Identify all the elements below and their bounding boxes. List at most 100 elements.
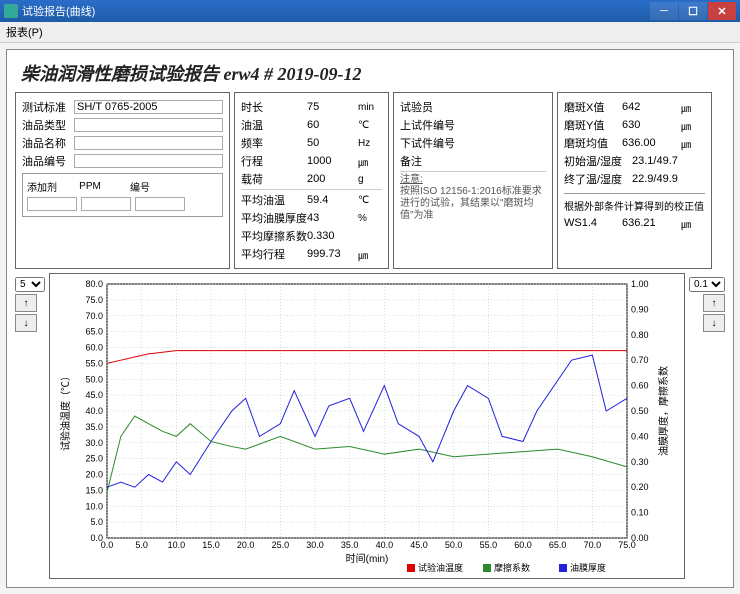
right-up-button[interactable]: ↑ xyxy=(703,294,725,312)
minimize-button[interactable]: ─ xyxy=(650,2,678,20)
avgfilm-label: 平均油膜厚度 xyxy=(241,210,307,226)
svg-text:0.90: 0.90 xyxy=(631,304,649,314)
svg-text:5.0: 5.0 xyxy=(135,540,148,550)
panel-test-params: 时长75min 油温60℃ 频率50Hz 行程1000㎛ 载荷200g 平均油温… xyxy=(234,92,389,269)
temp-label: 油温 xyxy=(241,117,307,133)
svg-text:1.00: 1.00 xyxy=(631,279,649,289)
wx-label: 磨斑X值 xyxy=(564,99,622,115)
svg-text:20.0: 20.0 xyxy=(85,470,103,480)
code-label: 油品编号 xyxy=(22,153,74,169)
svg-text:70.0: 70.0 xyxy=(584,540,602,550)
end-value: 22.9/49.9 xyxy=(632,173,678,185)
svg-text:0.60: 0.60 xyxy=(631,381,649,391)
menu-report[interactable]: 报表(P) xyxy=(6,27,43,39)
std-label: 测试标准 xyxy=(22,99,74,115)
avgtemp-value: 59.4 xyxy=(307,194,358,206)
name-input[interactable] xyxy=(74,136,223,150)
svg-text:0.40: 0.40 xyxy=(631,431,649,441)
serial-label: 编号 xyxy=(115,179,165,194)
stroke-value: 1000 xyxy=(307,155,358,167)
svg-text:试验油温度: 试验油温度 xyxy=(418,562,463,573)
svg-text:10.0: 10.0 xyxy=(85,501,103,511)
svg-text:时间(min): 时间(min) xyxy=(346,552,389,565)
maximize-button[interactable]: ☐ xyxy=(679,2,707,20)
left-scale-select[interactable]: 5 xyxy=(15,277,45,292)
svg-text:试验油温度（℃）: 试验油温度（℃） xyxy=(59,371,72,451)
init-label: 初始温/湿度 xyxy=(564,153,632,169)
freq-unit: Hz xyxy=(358,138,382,149)
svg-text:45.0: 45.0 xyxy=(85,390,103,400)
svg-text:油膜厚度: 油膜厚度 xyxy=(570,562,606,573)
name-label: 油品名称 xyxy=(22,135,74,151)
svg-text:0.00: 0.00 xyxy=(631,533,649,543)
left-down-button[interactable]: ↓ xyxy=(15,314,37,332)
svg-text:30.0: 30.0 xyxy=(306,540,324,550)
avgfric-label: 平均摩擦系数 xyxy=(241,228,307,244)
code-input[interactable] xyxy=(74,154,223,168)
avgstroke-value: 999.73 xyxy=(307,248,358,260)
lower-label: 下试件编号 xyxy=(400,135,460,151)
ppm-input[interactable] xyxy=(81,197,131,211)
std-input[interactable] xyxy=(74,100,223,114)
report-title: 柴油润滑性磨损试验报告 erw4 # 2019-09-12 xyxy=(21,60,725,86)
type-input[interactable] xyxy=(74,118,223,132)
type-label: 油品类型 xyxy=(22,117,74,133)
wy-unit: ㎛ xyxy=(681,118,705,133)
additive-label: 添加剂 xyxy=(27,179,65,194)
window-title: 试验报告(曲线) xyxy=(22,3,649,19)
panel-tester-info: 试验员 上试件编号 下试件编号 备注 注意:按照ISO 12156-1:2016… xyxy=(393,92,553,269)
freq-value: 50 xyxy=(307,137,358,149)
dur-value: 75 xyxy=(307,101,358,113)
ws-label: WS1.4 xyxy=(564,217,622,229)
close-button[interactable]: ✕ xyxy=(708,2,736,20)
svg-text:10.0: 10.0 xyxy=(168,540,186,550)
wy-value: 630 xyxy=(622,119,681,131)
wy-label: 磨斑Y值 xyxy=(564,117,622,133)
svg-text:70.0: 70.0 xyxy=(85,311,103,321)
svg-text:20.0: 20.0 xyxy=(237,540,255,550)
app-icon xyxy=(4,4,18,18)
svg-text:65.0: 65.0 xyxy=(549,540,567,550)
right-down-button[interactable]: ↓ xyxy=(703,314,725,332)
wx-value: 642 xyxy=(622,101,681,113)
wavg-label: 磨斑均值 xyxy=(564,135,622,151)
svg-text:65.0: 65.0 xyxy=(85,327,103,337)
additive-input[interactable] xyxy=(27,197,77,211)
avgstroke-unit: ㎛ xyxy=(358,247,382,262)
load-label: 载荷 xyxy=(241,171,307,187)
window-titlebar: 试验报告(曲线) ─ ☐ ✕ xyxy=(0,0,740,22)
note-text: 按照ISO 12156-1:2016标准要求进行的试验，其结果以"磨斑均值"为准 xyxy=(400,186,542,221)
svg-text:15.0: 15.0 xyxy=(85,485,103,495)
dur-unit: min xyxy=(358,102,382,113)
avgstroke-label: 平均行程 xyxy=(241,246,307,262)
freq-label: 频率 xyxy=(241,135,307,151)
panel-wear-results: 磨斑X值642㎛ 磨斑Y值630㎛ 磨斑均值636.00㎛ 初始温/湿度23.1… xyxy=(557,92,712,269)
wavg-value: 636.00 xyxy=(622,137,681,149)
left-up-button[interactable]: ↑ xyxy=(15,294,37,312)
avgfilm-value: 43 xyxy=(307,212,358,224)
upper-label: 上试件编号 xyxy=(400,117,460,133)
temp-value: 60 xyxy=(307,119,358,131)
svg-text:60.0: 60.0 xyxy=(514,540,532,550)
stroke-label: 行程 xyxy=(241,153,307,169)
svg-text:60.0: 60.0 xyxy=(85,343,103,353)
menubar: 报表(P) xyxy=(0,22,740,43)
svg-text:45.0: 45.0 xyxy=(410,540,428,550)
svg-text:80.0: 80.0 xyxy=(85,279,103,289)
remark-label: 备注 xyxy=(400,153,460,169)
additive-fieldset: 添加剂 PPM 编号 xyxy=(22,173,223,217)
serial-input[interactable] xyxy=(135,197,185,211)
svg-text:75.0: 75.0 xyxy=(85,295,103,305)
svg-text:25.0: 25.0 xyxy=(272,540,290,550)
wavg-unit: ㎛ xyxy=(681,136,705,151)
svg-text:0.50: 0.50 xyxy=(631,406,649,416)
svg-text:35.0: 35.0 xyxy=(85,422,103,432)
avgtemp-label: 平均油温 xyxy=(241,192,307,208)
svg-text:摩擦系数: 摩擦系数 xyxy=(494,562,530,573)
end-label: 终了温/湿度 xyxy=(564,171,632,187)
svg-text:0.10: 0.10 xyxy=(631,508,649,518)
ws-unit: ㎛ xyxy=(681,216,705,231)
svg-text:15.0: 15.0 xyxy=(202,540,220,550)
temp-unit: ℃ xyxy=(358,120,382,131)
right-scale-select[interactable]: 0.1 xyxy=(689,277,725,292)
